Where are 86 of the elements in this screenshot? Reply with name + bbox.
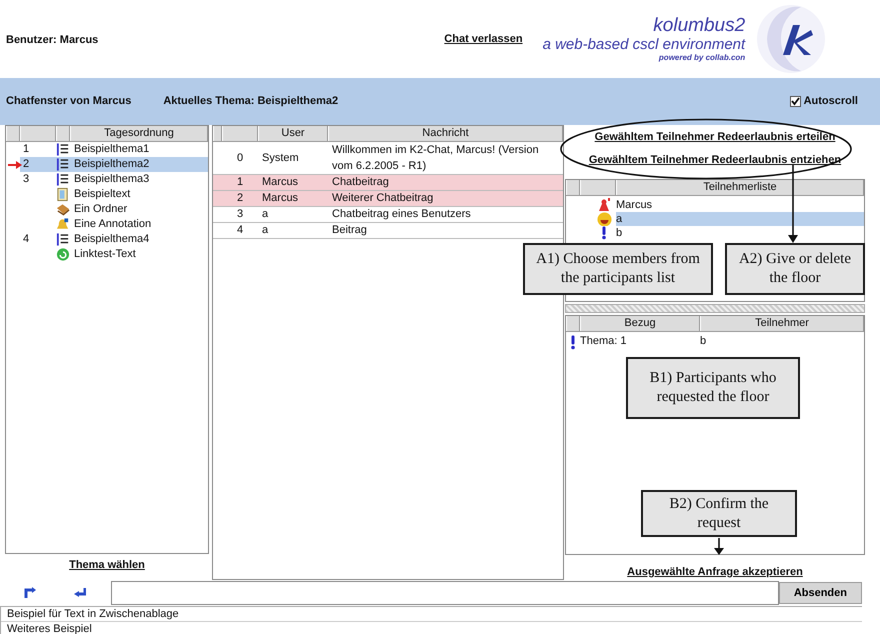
- message-user: a: [261, 207, 270, 222]
- message-user: Marcus: [261, 191, 300, 206]
- message-text: Beitrag: [331, 223, 368, 238]
- message-user: Marcus: [261, 175, 300, 190]
- column-header[interactable]: [566, 316, 580, 331]
- participant-item[interactable]: b: [616, 226, 864, 240]
- permission-link[interactable]: Gewähltem Teilnehmer Redeerlaubnis entziehen: [588, 153, 842, 168]
- table-cell-text: Thema: 1: [580, 334, 628, 349]
- link-icon: [56, 247, 70, 262]
- message-text: Chatbeitrag: [331, 175, 390, 190]
- agenda-item[interactable]: Beispielthema1: [70, 142, 208, 157]
- agenda-item[interactable]: Beispieltext: [70, 187, 208, 202]
- clipboard-item[interactable]: Beispiel für Text in Zwischenablage: [1, 607, 862, 622]
- message-text: Chatbeitrag eines Benutzers: [331, 207, 472, 222]
- splitter-handle[interactable]: [565, 304, 865, 313]
- column-header[interactable]: Bezug: [580, 316, 700, 331]
- document-icon: [56, 187, 70, 202]
- exclamation-icon: [569, 334, 578, 350]
- logo-title: kolumbus2: [652, 15, 746, 36]
- column-header[interactable]: [56, 126, 70, 141]
- list-icon: [56, 157, 70, 172]
- window-label: Chatfenster von Marcus: [6, 94, 132, 109]
- exclamation-icon: [601, 226, 607, 240]
- message-row[interactable]: 1 Marcus Chatbeitrag: [213, 175, 563, 191]
- message-row[interactable]: 4 a Beitrag: [213, 223, 563, 239]
- logo-subtitle: a web-based cscl environment: [542, 36, 746, 53]
- clipboard-item[interactable]: Weiteres Beispiel: [1, 622, 862, 634]
- message-number: 3: [236, 207, 244, 222]
- send-button[interactable]: Absenden: [778, 582, 862, 604]
- item-number: 1: [23, 142, 30, 157]
- corner-arrow-icon: [74, 587, 86, 599]
- arrow-down-button[interactable]: [74, 587, 86, 599]
- message-number: 0: [236, 150, 244, 166]
- column-header[interactable]: [213, 126, 222, 141]
- autoscroll-checkbox[interactable]: [790, 96, 801, 107]
- message-number: 1: [236, 175, 244, 190]
- arrow-up-button[interactable]: [24, 587, 36, 599]
- column-header[interactable]: [580, 180, 616, 195]
- choose-topic-link[interactable]: Thema wählen: [69, 559, 145, 571]
- corner-arrow-icon: [24, 587, 36, 599]
- list-icon: [56, 172, 70, 187]
- item-number: 4: [23, 232, 30, 247]
- user-label: Benutzer: Marcus: [6, 32, 98, 48]
- callout-box: B2) Confirm the request: [641, 490, 797, 537]
- column-header[interactable]: [222, 126, 258, 141]
- message-row[interactable]: 3 a Chatbeitrag eines Benutzers: [213, 207, 563, 223]
- accept-request-link[interactable]: Ausgewählte Anfrage akzeptieren: [627, 566, 803, 578]
- participant-item[interactable]: Marcus: [616, 198, 864, 212]
- figure-icon: [597, 198, 612, 212]
- message-row[interactable]: 2 Marcus Weiterer Chatbeitrag: [213, 191, 563, 207]
- message-user: System: [261, 150, 300, 166]
- smiley-icon: [597, 212, 612, 226]
- column-header[interactable]: User: [258, 126, 328, 141]
- message-number: 2: [236, 191, 244, 206]
- column-header[interactable]: Teilnehmer: [700, 316, 864, 331]
- item-number: 3: [23, 172, 30, 187]
- callout-box: A2) Give or delete the floor: [725, 243, 865, 295]
- agenda-item[interactable]: Beispielthema3: [70, 172, 208, 187]
- message-text: Willkommen im K2-Chat, Marcus! (Version vom 6.2.2005 - R1): [331, 143, 540, 174]
- agenda-item[interactable]: Linktest-Text: [70, 247, 208, 262]
- column-header[interactable]: [6, 126, 20, 141]
- message-input-field[interactable]: [111, 581, 779, 605]
- permission-link[interactable]: Gewähltem Teilnehmer Redeerlaubnis erteilen: [594, 130, 836, 145]
- leave-chat-link[interactable]: Chat verlassen: [444, 32, 523, 46]
- agenda-item[interactable]: Eine Annotation: [70, 217, 208, 232]
- agenda-item[interactable]: Ein Ordner: [70, 202, 208, 217]
- agenda-item[interactable]: Beispielthema4: [70, 232, 208, 247]
- callout-box: A1) Choose members from the participants list: [523, 243, 713, 295]
- message-user: a: [261, 223, 270, 238]
- list-icon: [56, 232, 70, 247]
- list-icon: [56, 142, 70, 157]
- message-number: 4: [236, 223, 244, 238]
- participant-item[interactable]: a: [616, 212, 864, 226]
- agenda-item[interactable]: Beispielthema2: [70, 157, 208, 172]
- column-header[interactable]: [566, 180, 580, 195]
- table-cell-text: b: [700, 334, 708, 349]
- item-number: 2: [23, 157, 30, 172]
- arrow: [714, 538, 724, 555]
- column-header[interactable]: Nachricht: [328, 126, 563, 141]
- current-topic-label: Aktuelles Thema: Beispielthema2: [163, 94, 338, 109]
- logo-credit: powered by collab.con: [658, 53, 746, 63]
- callout-box: B1) Participants who requested the floor: [626, 357, 800, 419]
- autoscroll-label: Autoscroll: [804, 94, 858, 109]
- message-text: Weiterer Chatbeitrag: [331, 191, 434, 206]
- folder-icon: [56, 202, 70, 217]
- column-header[interactable]: [20, 126, 56, 141]
